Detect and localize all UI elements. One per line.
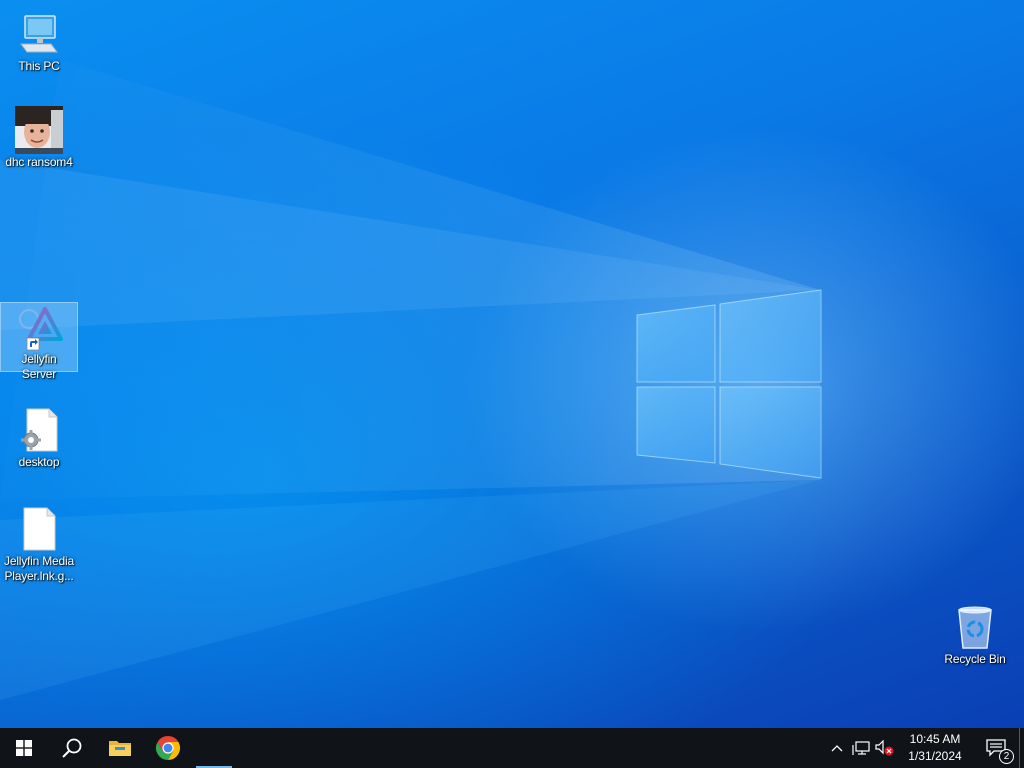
desktop-icon-this-pc[interactable]: This PC bbox=[1, 8, 77, 76]
taskbar-google-chrome[interactable] bbox=[144, 728, 192, 768]
desktop-icon-dhc-ransom4[interactable]: dhc ransom4 bbox=[1, 104, 77, 172]
volume-muted-icon bbox=[875, 740, 894, 756]
settings-file-icon bbox=[15, 406, 63, 454]
volume-button[interactable] bbox=[873, 728, 897, 768]
blank-file-icon bbox=[15, 505, 63, 553]
desktop-icon-label: Recycle Bin bbox=[944, 652, 1006, 666]
action-center-button[interactable]: 2 bbox=[973, 728, 1019, 768]
clock[interactable]: 10:45 AM 1/31/2024 bbox=[897, 731, 973, 765]
show-hidden-icons-button[interactable] bbox=[825, 728, 849, 768]
chevron-up-icon bbox=[831, 745, 843, 752]
clock-time: 10:45 AM bbox=[909, 732, 961, 746]
network-icon bbox=[852, 741, 870, 755]
desktop-icon-label: Jellyfin Media Player.lnk.g... bbox=[4, 554, 74, 583]
start-button[interactable] bbox=[0, 728, 48, 768]
photo-thumbnail-icon bbox=[15, 106, 63, 154]
jellyfin-shortcut-icon bbox=[15, 305, 63, 351]
system-tray: 10:45 AM 1/31/2024 2 bbox=[825, 728, 1024, 768]
chrome-icon bbox=[155, 736, 181, 760]
desktop-icon-jellyfin-media-player-lnk[interactable]: Jellyfin Media Player.lnk.g... bbox=[1, 503, 77, 586]
desktop-icon-label: This PC bbox=[18, 59, 60, 73]
taskbar-active-window-indicator[interactable] bbox=[194, 728, 234, 768]
taskbar-file-explorer[interactable] bbox=[96, 728, 144, 768]
desktop-icon-label: desktop bbox=[18, 455, 60, 469]
desktop-wallpaper bbox=[0, 0, 1024, 728]
notification-count-badge: 2 bbox=[999, 749, 1014, 764]
network-button[interactable] bbox=[849, 728, 873, 768]
search-icon bbox=[62, 738, 82, 758]
desktop-icon-jellyfin-server[interactable]: Jellyfin Server bbox=[0, 302, 78, 381]
search-button[interactable] bbox=[48, 728, 96, 768]
folder-icon bbox=[109, 741, 131, 756]
desktop-icon-label: Jellyfin Server bbox=[21, 352, 57, 381]
windows-logo-wallpaper-art bbox=[0, 60, 822, 700]
desktop-icon-desktop-ini[interactable]: desktop bbox=[1, 404, 77, 472]
clock-date: 1/31/2024 bbox=[908, 749, 962, 763]
desktop-icon-label: dhc ransom4 bbox=[5, 155, 73, 169]
windows-logo-icon bbox=[16, 740, 32, 756]
desktop-icon-recycle-bin[interactable]: Recycle Bin bbox=[937, 601, 1013, 669]
recycle-bin-icon bbox=[951, 603, 999, 651]
taskbar: 10:45 AM 1/31/2024 2 bbox=[0, 728, 1024, 768]
show-desktop-button[interactable] bbox=[1019, 728, 1024, 768]
computer-icon bbox=[15, 10, 63, 58]
